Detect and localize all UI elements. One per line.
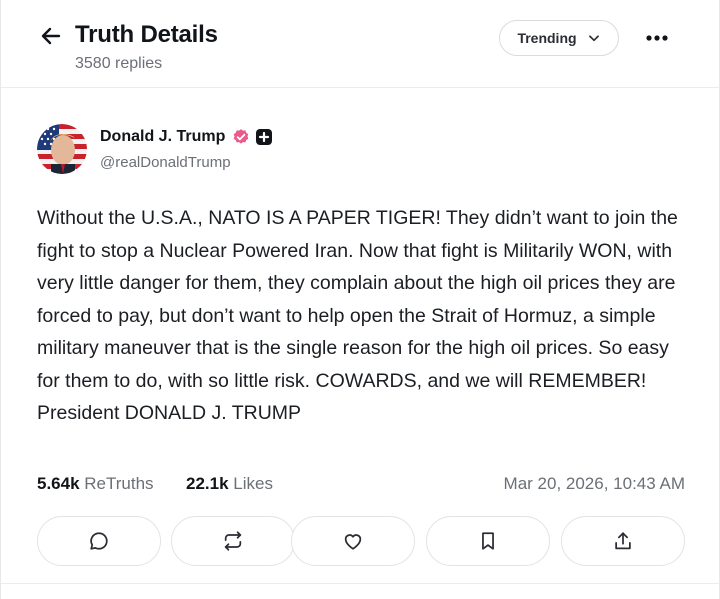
post-timestamp: Mar 20, 2026, 10:43 AM [503,474,685,493]
bookmark-icon [482,532,494,550]
avatar[interactable] [37,124,87,174]
verified-badge-icon [233,129,249,144]
divider [1,583,720,584]
reply-count: 3580 replies [75,55,163,72]
likes-label: Likes [233,474,273,493]
page-header: Truth Details 3580 replies Trending [1,0,720,88]
likes-count: 22.1k [186,474,229,493]
page-title: Truth Details [75,21,218,48]
retruth-icon [224,531,242,551]
back-button[interactable] [37,22,65,50]
sort-dropdown-label: Trending [517,30,577,46]
share-button[interactable] [561,516,685,566]
avatar-image [37,124,87,174]
truth-details-page: Truth Details 3580 replies Trending Dona… [0,0,720,599]
more-horizontal-icon [646,35,668,41]
sort-dropdown[interactable]: Trending [499,20,619,56]
post-body: Without the U.S.A., NATO IS A PAPER TIGE… [37,207,678,424]
chevron-down-icon [588,35,599,42]
like-button[interactable] [291,516,415,566]
bookmark-button[interactable] [426,516,550,566]
like-icon [344,534,362,550]
retruths-count: 5.64k [37,474,80,493]
reply-icon [90,532,108,550]
retruths-label: ReTruths [84,474,154,493]
reply-button[interactable] [37,516,161,566]
retruth-button[interactable] [171,516,295,566]
author-handle[interactable]: @realDonaldTrump [100,154,231,171]
post-stats: 5.64k ReTruths 22.1k Likes Mar 20, 2026,… [37,474,685,498]
retruths-stat[interactable]: 5.64k ReTruths [37,474,154,494]
plus-badge-icon [256,129,272,145]
likes-stat[interactable]: 22.1k Likes [186,474,273,494]
more-options-button[interactable] [639,24,675,52]
arrow-left-icon [41,27,61,45]
author-name[interactable]: Donald J. Trump [100,128,225,146]
share-icon [615,532,631,550]
